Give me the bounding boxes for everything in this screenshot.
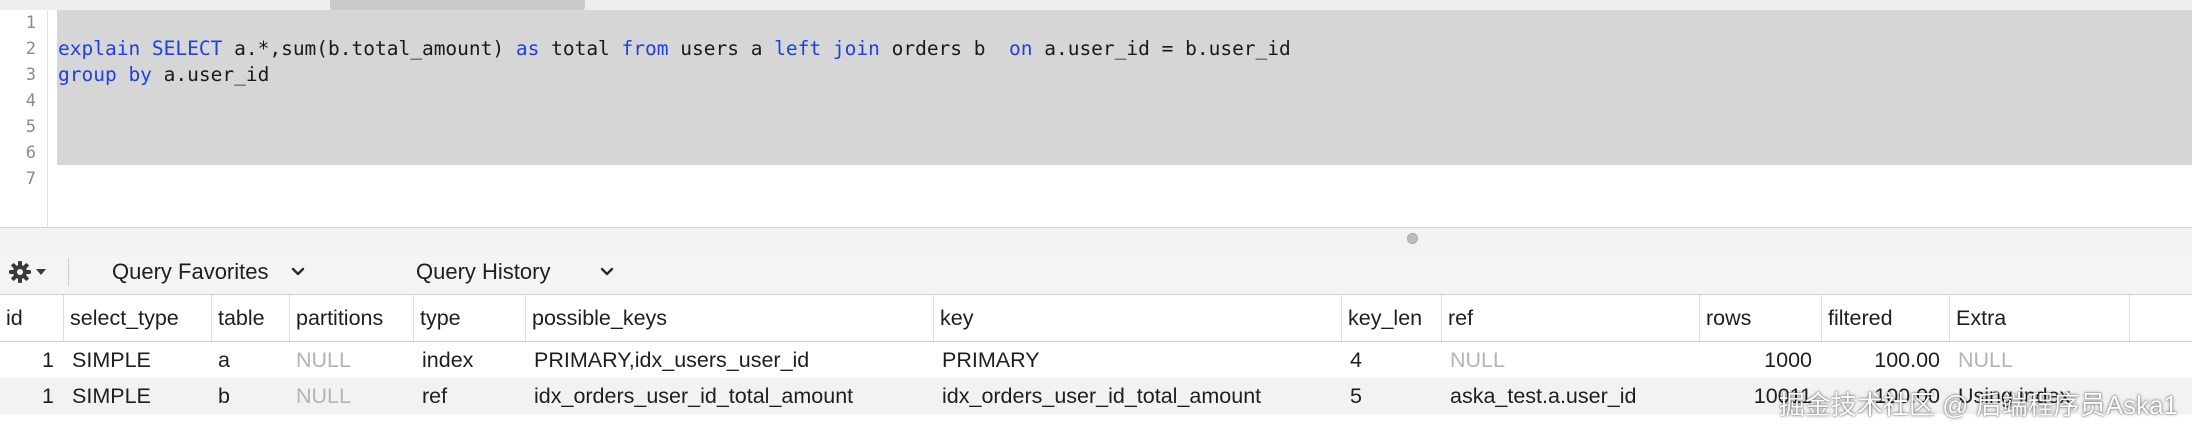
cell-rows: 10011 xyxy=(1753,384,1812,408)
column-header-select-type[interactable]: select_type xyxy=(64,295,212,341)
cell-extra: Using index xyxy=(1958,384,2071,408)
sql-text: a.user_id = b.user_id xyxy=(1032,37,1291,60)
sql-keyword: on xyxy=(1009,37,1033,60)
sql-text: a.user_id xyxy=(151,63,270,86)
column-header-filtered[interactable]: filtered xyxy=(1822,295,1950,341)
sql-text: total xyxy=(539,37,622,60)
line-number: 6 xyxy=(25,143,36,163)
line-number: 7 xyxy=(25,169,36,189)
gear-menu-button[interactable] xyxy=(8,256,56,288)
cell-key-len: 4 xyxy=(1350,348,1362,372)
query-history-button[interactable]: Query History xyxy=(416,256,614,288)
sql-keyword: left join xyxy=(774,37,880,60)
cell-ref: NULL xyxy=(1450,348,1505,372)
cell-partitions: NULL xyxy=(296,384,351,408)
sql-keyword: group by xyxy=(58,63,152,86)
code-line-3[interactable]: group by a.user_id xyxy=(58,62,269,88)
column-header-id[interactable]: id xyxy=(0,295,64,341)
query-history-label: Query History xyxy=(416,259,551,284)
cell-filtered: 100.00 xyxy=(1874,348,1940,372)
column-header-key[interactable]: key xyxy=(934,295,1342,341)
column-header-type[interactable]: type xyxy=(414,295,526,341)
line-number: 5 xyxy=(25,117,36,137)
line-number: 4 xyxy=(25,91,36,111)
sql-keyword: explain SELECT xyxy=(58,37,223,60)
column-header-possible-keys[interactable]: possible_keys xyxy=(526,295,934,341)
sql-client-window: 1 2 3 4 5 6 7 explain SELECT a.*,sum(b.t… xyxy=(0,0,2192,432)
chevron-down-icon xyxy=(291,267,305,277)
line-number: 3 xyxy=(25,65,36,85)
line-number: 2 xyxy=(25,39,36,59)
code-line-2[interactable]: explain SELECT a.*,sum(b.total_amount) a… xyxy=(58,36,1291,62)
cell-type: index xyxy=(422,348,474,372)
splitter-handle[interactable] xyxy=(1407,233,1418,244)
sql-keyword: from xyxy=(621,37,669,60)
sql-text: a.*,sum(b.total_amount) xyxy=(222,37,516,60)
cell-key: PRIMARY xyxy=(942,348,1040,372)
cell-id: 1 xyxy=(42,348,54,372)
cell-possible-keys: idx_orders_user_id_total_amount xyxy=(534,384,854,408)
pane-splitter[interactable] xyxy=(0,227,2192,251)
cell-table: b xyxy=(218,384,230,408)
cell-possible-keys: PRIMARY,idx_users_user_id xyxy=(534,348,810,372)
query-favorites-label: Query Favorites xyxy=(112,259,269,284)
line-number-gutter: 1 2 3 4 5 6 7 xyxy=(0,10,48,227)
cell-table: a xyxy=(218,348,230,372)
text-selection xyxy=(57,10,2192,165)
column-header-ref[interactable]: ref xyxy=(1442,295,1700,341)
column-header-table[interactable]: table xyxy=(212,295,290,341)
toolbar-divider xyxy=(68,258,69,286)
editor-tab[interactable] xyxy=(330,0,585,10)
cell-key: idx_orders_user_id_total_amount xyxy=(942,384,1262,408)
cell-type: ref xyxy=(422,384,448,408)
query-favorites-button[interactable]: Query Favorites xyxy=(112,256,305,288)
cell-id: 1 xyxy=(42,384,54,408)
line-number: 1 xyxy=(25,13,36,33)
results-toolbar: Query Favorites Query History xyxy=(0,250,2192,295)
column-header-rows[interactable]: rows xyxy=(1700,295,1822,341)
cell-select-type: SIMPLE xyxy=(72,384,151,408)
sql-keyword: as xyxy=(515,37,540,60)
gear-icon xyxy=(8,260,32,284)
table-row[interactable]: 1 SIMPLE b NULL ref idx_orders_user_id_t… xyxy=(0,378,2192,414)
cell-ref: aska_test.a.user_id xyxy=(1450,384,1637,408)
results-table: id select_type table partitions type pos… xyxy=(0,295,2192,432)
cell-rows: 1000 xyxy=(1764,348,1812,372)
table-header: id select_type table partitions type pos… xyxy=(0,295,2192,342)
column-header-key-len[interactable]: key_len xyxy=(1342,295,1442,341)
column-header-extra[interactable]: Extra xyxy=(1950,295,2130,341)
sql-text: orders b xyxy=(879,37,1009,60)
cell-partitions: NULL xyxy=(296,348,351,372)
sql-text: users a xyxy=(668,37,775,60)
chevron-down-icon xyxy=(600,267,614,277)
table-row[interactable]: 1 SIMPLE a NULL index PRIMARY,idx_users_… xyxy=(0,342,2192,378)
cell-select-type: SIMPLE xyxy=(72,348,151,372)
cell-extra: NULL xyxy=(1958,348,2013,372)
query-editor[interactable]: 1 2 3 4 5 6 7 explain SELECT a.*,sum(b.t… xyxy=(0,10,2192,227)
cell-key-len: 5 xyxy=(1350,384,1362,408)
tab-strip xyxy=(0,0,2192,10)
cell-filtered: 100.00 xyxy=(1874,384,1940,408)
column-header-partitions[interactable]: partitions xyxy=(290,295,414,341)
caret-down-icon xyxy=(36,268,46,276)
